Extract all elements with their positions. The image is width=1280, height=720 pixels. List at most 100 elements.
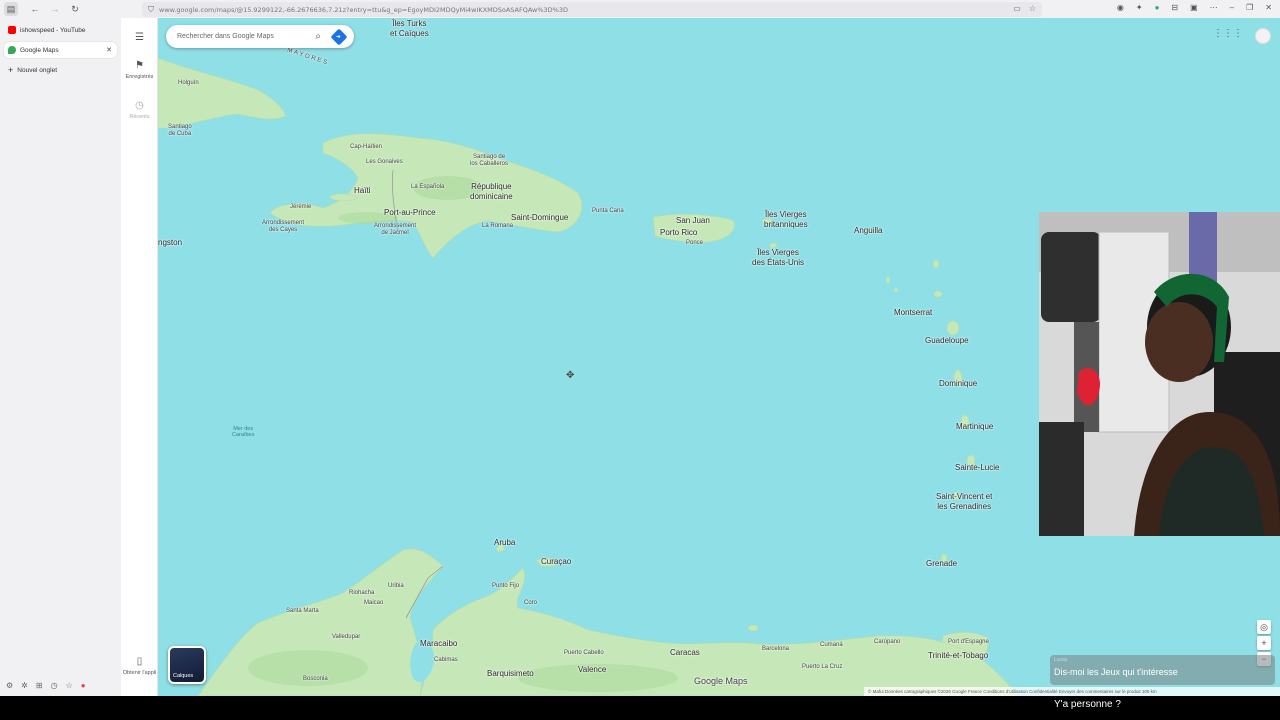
label-dominique[interactable]: Dominique [939,379,977,389]
reload-icon[interactable]: ↻ [68,2,82,16]
my-location-icon[interactable]: ◎ [1257,620,1271,634]
label-republique-dominicaine[interactable]: République dominicaine [470,182,513,202]
reader-icon[interactable]: ▭ [1013,4,1021,13]
label-anguilla[interactable]: Anguilla [854,226,882,236]
extension-color-icon[interactable]: ● [1155,3,1160,12]
label-maracaibo[interactable]: Maracaibo [420,639,457,649]
label-caracas[interactable]: Caracas [670,648,700,658]
label-sainte-lucie[interactable]: Sainte-Lucie [955,463,999,473]
account-avatar[interactable] [1255,28,1271,44]
bookmark-star-icon[interactable]: ☆ [1029,4,1036,13]
browser-titlebar: ▤ ← → ↻ ⛉ www.google.com/maps/@15.929912… [0,0,1280,18]
label-valencia[interactable]: Valence [578,665,606,675]
history-icon[interactable]: ◷ [51,681,58,690]
search-icon[interactable]: ⌕ [315,31,321,42]
tab-youtube[interactable]: ishowspeed - YouTube [4,22,117,38]
search-input[interactable]: Rechercher dans Google Maps [177,33,315,40]
get-app-button[interactable]: ▯ Obtenir l'appli [121,656,158,676]
label-port-au-prince[interactable]: Port-au-Prince [384,208,436,218]
label-cap-haitien[interactable]: Cap-Haïtien [350,144,382,151]
back-icon[interactable]: ← [28,2,42,16]
label-curacao[interactable]: Curaçao [541,557,571,567]
label-espanola[interactable]: La Española [411,184,444,191]
label-iles-vierges-us[interactable]: Îles Vierges des États-Unis [752,248,804,268]
zoom-in-button[interactable]: + [1257,636,1271,650]
label-cabimas[interactable]: Cabimas [434,657,458,664]
recents-button[interactable]: ◷ Récents [121,100,158,120]
tab-google-maps[interactable]: Google Maps ✕ [4,42,117,58]
label-grenade[interactable]: Grenade [926,559,957,569]
label-barcelona[interactable]: Barcelona [762,646,789,653]
label-mer-caraibes: Mer des Caraïbes [232,426,255,438]
chat-username: Lucas [1054,657,1068,663]
label-bosconia[interactable]: Bosconia [303,676,328,683]
label-riohacha[interactable]: Riohacha [349,590,374,597]
label-jeremie[interactable]: Jérémie [290,204,311,211]
label-maicao[interactable]: Maicao [364,600,383,607]
ai-icon[interactable]: ✲ [21,681,28,690]
label-la-romana[interactable]: La Romana [482,223,513,230]
label-uribia[interactable]: Uribia [388,583,404,590]
downloads-icon[interactable]: ⊟ [1171,3,1178,12]
settings-icon[interactable]: ⚙ [6,681,13,690]
close-window-icon[interactable]: ✕ [1265,3,1272,12]
menu-icon[interactable]: ⋯ [1210,3,1218,12]
label-santiago-caballeros[interactable]: Santiago de los Caballeros [470,154,508,168]
label-puerto-cabello[interactable]: Puerto Cabello [564,650,604,657]
label-montserrat[interactable]: Montserrat [894,308,932,318]
label-cumana[interactable]: Cumaná [820,642,843,649]
search-box[interactable]: Rechercher dans Google Maps ⌕ ➜ [166,25,354,48]
label-saint-domingue[interactable]: Saint-Domingue [511,213,568,223]
account-icon[interactable]: ◉ [1117,3,1124,12]
layers-button[interactable]: Calques [168,646,206,684]
extension-color-icon[interactable]: ● [81,681,86,690]
label-kingston[interactable]: ngston [158,238,182,248]
label-coro[interactable]: Coro [524,600,537,607]
label-haiti[interactable]: Haïti [354,186,370,196]
restore-icon[interactable]: ❐ [1246,3,1253,12]
minimize-icon[interactable]: – [1230,3,1234,12]
close-tab-icon[interactable]: ✕ [106,46,112,54]
bookmarks-icon[interactable]: ☆ [66,681,73,690]
label-barquisimeto[interactable]: Barquisimeto [487,669,534,679]
label-carupano[interactable]: Carúpano [874,639,900,646]
label-puerto-la-cruz[interactable]: Puerto La Cruz [802,664,842,671]
new-tab-button[interactable]: + Nouvel onglet [4,62,117,78]
sidebar-tools: ⚙ ✲ ⊞ ◷ ☆ ● [6,681,86,690]
saved-button[interactable]: ⚑ Enregistrés [121,60,158,80]
label-holguin[interactable]: Holguín [178,80,199,87]
label-valledupar[interactable]: Valledupar [332,634,360,641]
label-guadeloupe[interactable]: Guadeloupe [925,336,969,346]
label-santiago-cuba[interactable]: Santiago de Cuba [168,124,192,138]
label-port-espagne[interactable]: Port d'Espagne [948,639,989,646]
sidebar-toggle-icon[interactable]: ▤ [4,2,18,16]
maps-menu-button[interactable]: ☰ [121,32,158,46]
label-punta-cana[interactable]: Punta Cana [592,208,624,215]
directions-icon[interactable]: ➜ [330,28,348,45]
forward-icon[interactable]: → [48,2,62,16]
label-arrondissement-cayes[interactable]: Arrondissement des Cayes [262,220,304,234]
label-martinique[interactable]: Martinique [956,422,993,432]
collections-icon[interactable]: ⊞ [36,681,43,690]
label-turks-caicos[interactable]: Îles Turks et Caïques [390,19,429,39]
tab-label: ishowspeed - YouTube [20,26,86,34]
plus-icon: + [8,65,14,75]
label-porto-rico[interactable]: Porto Rico [660,228,697,238]
google-apps-icon[interactable]: ⋮⋮⋮ [1213,28,1243,39]
label-jacmel[interactable]: Arrondissement de Jacmel [374,223,416,237]
url-text[interactable]: www.google.com/maps/@15.9299122,-66.2676… [159,6,568,14]
label-gonaives[interactable]: Les Gonaives [366,159,403,166]
label-saint-vincent[interactable]: Saint-Vincent et les Grenadines [936,492,992,512]
pip-icon[interactable]: ▣ [1190,3,1198,12]
label-san-juan[interactable]: San Juan [676,216,710,226]
label-punto-fijo[interactable]: Punto Fijo [492,583,519,590]
label-ponce[interactable]: Ponce [686,240,703,247]
address-bar[interactable]: ⛉ www.google.com/maps/@15.9299122,-66.26… [142,2,1042,17]
extensions-icon[interactable]: ✦ [1136,3,1143,12]
label-aruba[interactable]: Aruba [494,538,515,548]
label-trinite-et-tobago[interactable]: Trinité-et-Tobago [928,651,988,661]
label-iles-vierges-britanniques[interactable]: Îles Vierges britanniques [764,210,808,230]
map-attribution[interactable]: © Mafui Données cartographiques ©2026 Go… [864,687,1280,696]
site-info-icon[interactable]: ⛉ [148,5,154,15]
label-santa-marta[interactable]: Santa Marta [286,608,319,615]
